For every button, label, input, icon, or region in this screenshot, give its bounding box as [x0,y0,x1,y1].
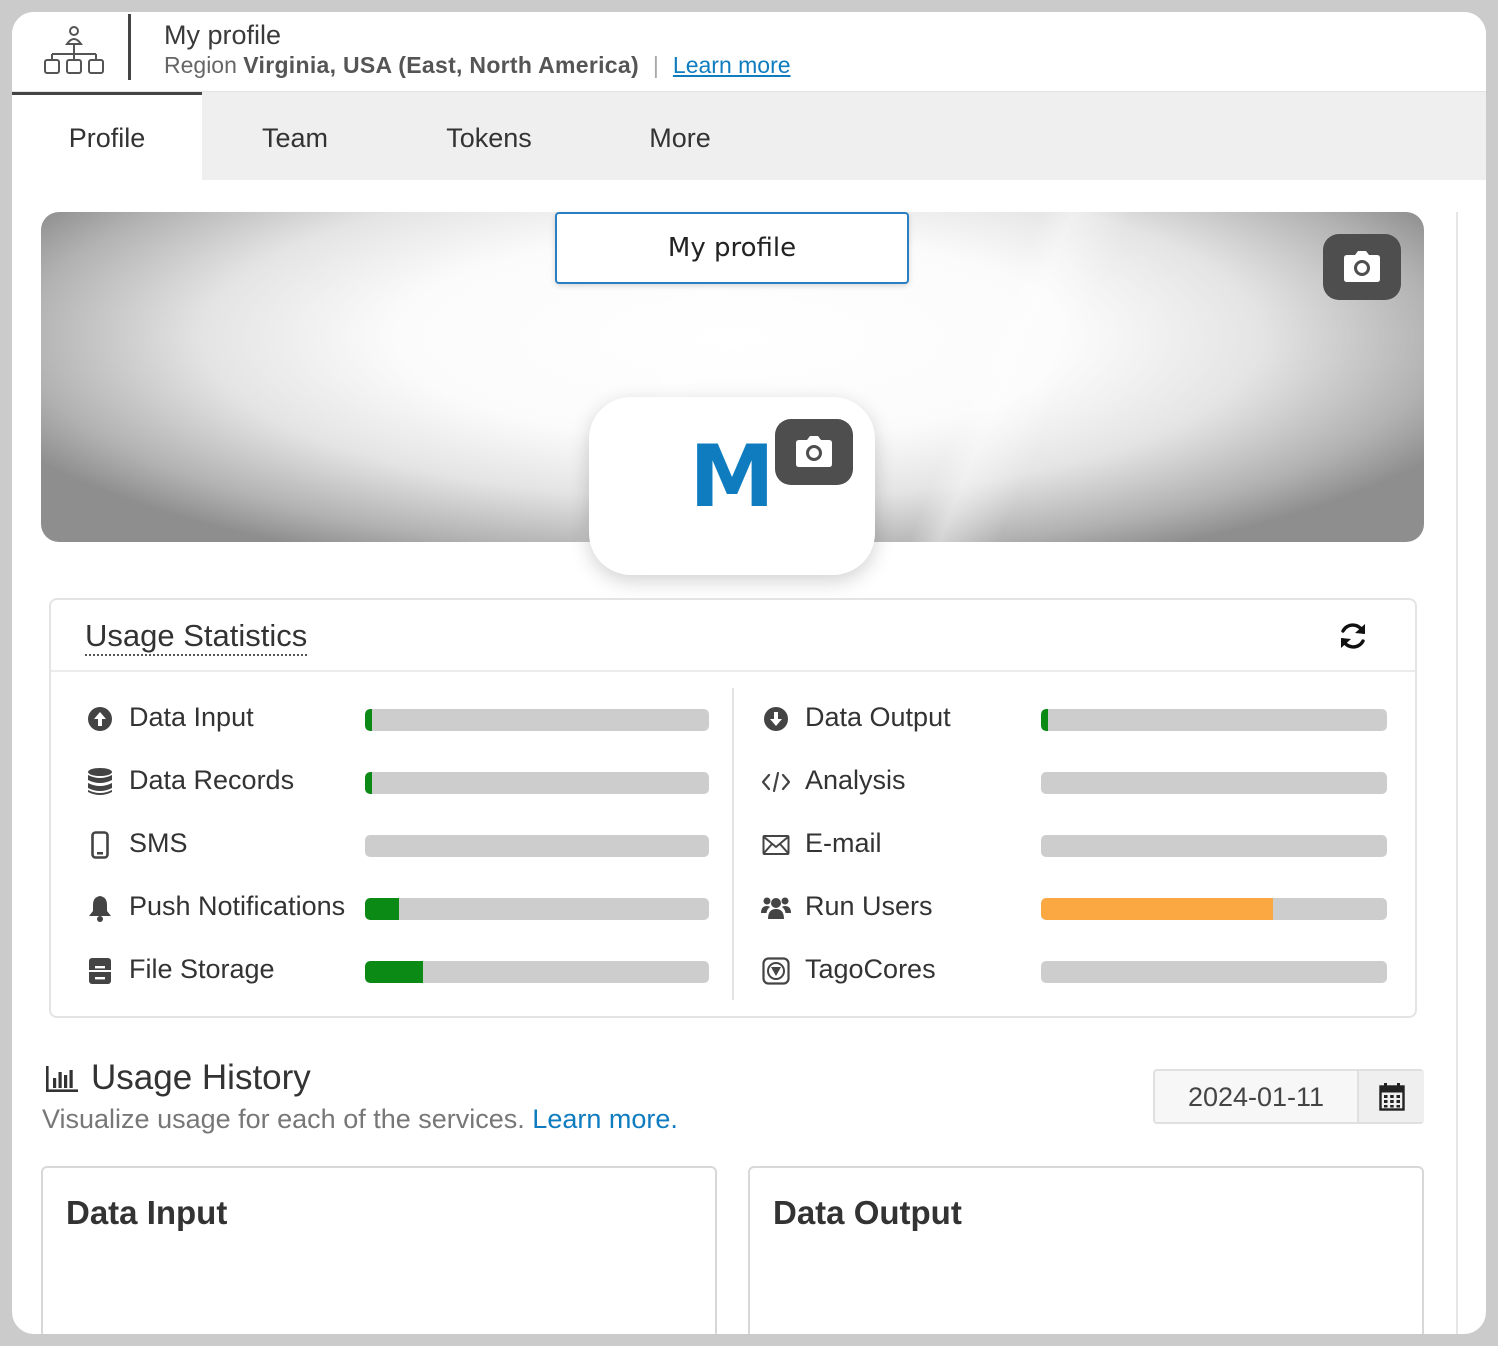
organization-icon [44,26,104,74]
stat-row-push-notifications: Push Notifications [85,889,711,929]
stat-label: TagoCores [805,954,936,984]
statistics-column-divider [732,688,734,1000]
stat-row-data-input: Data Input [85,700,711,740]
stat-row-email: E-mail [761,826,1389,866]
stat-label: Analysis [805,765,906,795]
arrow-circle-up-icon [85,704,115,734]
usage-bar-fill [365,772,372,794]
file-storage-icon [85,956,115,986]
tagocore-icon [761,956,791,986]
usage-bar [1041,709,1387,731]
stat-row-analysis: Analysis [761,763,1389,803]
users-icon [761,893,791,923]
region-separator: | [652,52,659,78]
stat-row-file-storage: File Storage [85,952,711,992]
refresh-icon[interactable] [1337,620,1369,652]
bar-chart-icon [46,1066,78,1092]
header-divider [128,14,131,80]
stat-row-tagocores: TagoCores [761,952,1389,992]
usage-bar [365,709,709,731]
usage-history-description: Visualize usage for each of the services… [42,1104,525,1134]
bell-icon [85,893,115,923]
date-value[interactable]: 2024-01-11 [1155,1071,1357,1122]
usage-history-title: Usage History [91,1058,311,1097]
camera-icon [796,436,832,467]
profile-tabs: Profile Team Tokens More [12,92,1486,180]
usage-bar [1041,961,1387,983]
usage-history-learn-more-link[interactable]: Learn more. [532,1104,678,1134]
usage-bar-fill [365,898,400,920]
tab-team[interactable]: Team [202,92,388,180]
stat-row-data-output: Data Output [761,700,1389,740]
stat-label: Data Output [805,702,951,732]
usage-bar [365,835,709,857]
stat-label: Data Records [129,765,295,795]
data-output-panel: Data Output [748,1166,1424,1334]
stat-label: E-mail [805,828,882,858]
usage-bar [1041,772,1387,794]
tab-more[interactable]: More [590,92,770,180]
code-icon [761,767,791,797]
usage-bar [1041,835,1387,857]
region-value: Virginia, USA (East, North America) [243,52,639,78]
usage-bar-fill [1041,898,1273,920]
calendar-icon [1378,1082,1405,1111]
stat-row-data-records: Data Records [85,763,711,803]
stat-row-run-users: Run Users [761,889,1389,929]
stat-label: Run Users [805,891,933,921]
tab-profile[interactable]: Profile [12,92,202,180]
arrow-circle-down-icon [761,704,791,734]
change-avatar-button[interactable] [775,419,853,485]
usage-statistics-header: Usage Statistics [51,600,1415,672]
camera-icon [1344,251,1380,282]
usage-bar [365,898,709,920]
profile-window: My profile Region Virginia, USA (East, N… [12,12,1486,1334]
profile-name-input[interactable] [555,212,909,284]
content-scroll-divider [1456,212,1458,1334]
usage-bar [1041,898,1387,920]
usage-bar-fill [1041,709,1048,731]
stat-label: Data Input [129,702,254,732]
usage-bar-fill [365,709,372,731]
tab-tokens[interactable]: Tokens [388,92,590,180]
page-title: My profile [164,20,282,50]
usage-bar [365,772,709,794]
usage-history-subtitle: Visualize usage for each of the services… [42,1104,678,1135]
mobile-phone-icon [85,830,115,860]
data-input-panel: Data Input [41,1166,717,1334]
calendar-button[interactable] [1357,1071,1424,1122]
stat-label: Push Notifications [129,891,346,921]
envelope-icon [761,830,791,860]
date-picker[interactable]: 2024-01-11 [1153,1069,1424,1124]
database-icon [85,767,115,797]
region-info: Region Virginia, USA (East, North Americ… [164,52,791,79]
usage-bar [365,961,709,983]
usage-statistics-card: Usage Statistics Data Input Data Records… [49,598,1417,1018]
panel-title: Data Input [66,1194,228,1231]
stat-row-sms: SMS [85,826,711,866]
usage-bar-fill [365,961,424,983]
panel-title: Data Output [773,1194,962,1231]
stat-label: SMS [129,828,188,858]
region-learn-more-link[interactable]: Learn more [673,52,791,78]
stat-label: File Storage [129,954,275,984]
change-banner-button[interactable] [1323,234,1401,300]
usage-statistics-title[interactable]: Usage Statistics [85,618,308,656]
region-label: Region [164,52,237,78]
page-header: My profile Region Virginia, USA (East, N… [12,12,1486,92]
